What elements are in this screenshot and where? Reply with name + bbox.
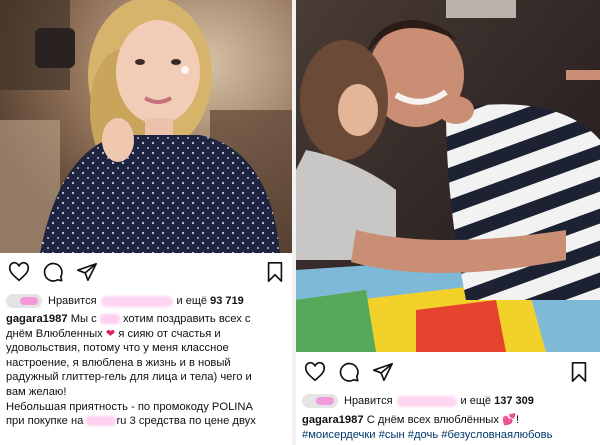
- caption-text: радужный глиттер-гель для лица и тела) ч…: [6, 371, 252, 384]
- liker-avatars: [6, 294, 42, 308]
- liker-avatars: [302, 394, 338, 408]
- likes-prefix: Нравится: [344, 395, 393, 407]
- caption-username[interactable]: gagara1987: [302, 414, 364, 426]
- right-likes-row[interactable]: Нравится и ещё 137 309: [302, 392, 534, 410]
- likes-count: 93 719: [210, 295, 244, 307]
- caption-text: при покупке на: [6, 415, 87, 428]
- hearts-emoji: 💕: [502, 414, 516, 426]
- caption-text: хотим поздравить всех с: [119, 313, 251, 325]
- left-post-photo: [0, 0, 292, 253]
- caption-text: Мы с: [70, 313, 100, 325]
- woman-portrait-image: [0, 0, 292, 253]
- right-caption: gagara1987 С днём всех влюблённых 💕! #мо…: [302, 413, 594, 442]
- caption-username[interactable]: gagara1987: [6, 313, 68, 325]
- caption-text: Небольшая приятность - по промокоду POLI…: [6, 400, 253, 413]
- comment-icon[interactable]: [42, 261, 64, 283]
- heart-emoji: ❤: [105, 327, 116, 340]
- caption-text: настроение, я влюблена в жизнь и в новый: [6, 356, 231, 369]
- caption-text: ru 3 средства по цене двух: [116, 415, 256, 428]
- caption-text: я сияю от счастья и: [115, 327, 221, 340]
- paper-plane-icon[interactable]: [372, 361, 394, 383]
- caption-end: !: [516, 414, 520, 426]
- caption-text: днём Влюбленных: [6, 327, 106, 340]
- paper-plane-icon[interactable]: [76, 261, 98, 283]
- blurred-word: [86, 416, 117, 427]
- likes-prefix: Нравится: [48, 295, 97, 307]
- right-post-photo: [296, 0, 600, 352]
- blurred-liker-name: [100, 295, 173, 307]
- hashtags[interactable]: #моисердечки #сын #дочь #безусловнаялюбо…: [302, 428, 594, 443]
- blurred-liker-name: [396, 395, 457, 407]
- caption-text: вам желаю!: [6, 385, 67, 398]
- bookmark-icon[interactable]: [568, 361, 590, 383]
- comment-icon[interactable]: [338, 361, 360, 383]
- caption-text: удовольствия, потому что у меня классное: [6, 342, 229, 355]
- likes-suffix: и ещё: [176, 295, 208, 307]
- blurred-word: [99, 314, 120, 325]
- left-action-bar: [0, 257, 292, 287]
- siblings-photo-image: [296, 0, 600, 352]
- likes-count: 137 309: [494, 395, 534, 407]
- heart-icon[interactable]: [8, 261, 30, 283]
- right-post: Нравится и ещё 137 309 gagara1987 С днём…: [296, 0, 600, 445]
- heart-icon[interactable]: [304, 361, 326, 383]
- left-likes-row[interactable]: Нравится и ещё 93 719: [6, 292, 244, 310]
- left-post: Нравится и ещё 93 719 gagara1987 Мы с хо…: [0, 0, 292, 445]
- caption-text: С днём всех влюблённых: [366, 414, 499, 426]
- likes-suffix: и ещё: [460, 395, 492, 407]
- bookmark-icon[interactable]: [264, 261, 286, 283]
- right-action-bar: [296, 357, 600, 387]
- left-caption: gagara1987 Мы с хотим поздравить всех с …: [6, 312, 286, 429]
